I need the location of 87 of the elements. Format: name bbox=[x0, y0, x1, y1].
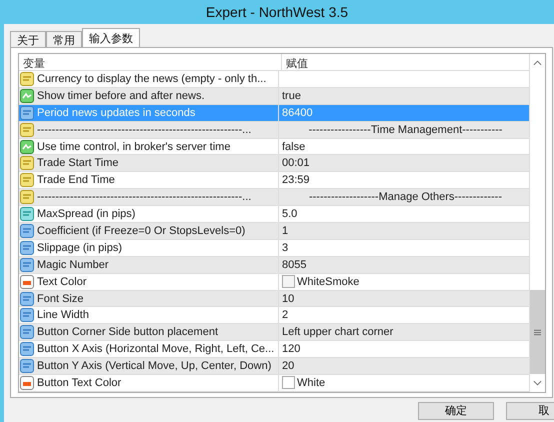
parameter-type-icon bbox=[20, 140, 34, 154]
table-row[interactable]: Coefficient (if Freeze=0 Or StopsLevels=0) 1 bbox=[19, 223, 529, 240]
table-row[interactable]: Magic Number 8055 bbox=[19, 256, 529, 274]
parameter-type-icon bbox=[20, 240, 34, 255]
parameter-value: true bbox=[282, 90, 301, 102]
parameter-value: 5.0 bbox=[282, 208, 298, 220]
parameter-name: Show timer before and after news. bbox=[37, 90, 205, 102]
window-title: Expert - NorthWest 3.5 bbox=[206, 4, 348, 20]
scroll-up-icon[interactable] bbox=[533, 60, 542, 66]
parameter-value: 00:01 bbox=[282, 157, 310, 170]
table-row[interactable]: Currency to display the news (empty - only th... bbox=[19, 71, 529, 88]
parameter-type-icon bbox=[20, 325, 34, 340]
table-row[interactable]: Button Corner Side button placement Left upper chart corner bbox=[19, 324, 529, 342]
parameter-name: Text Color bbox=[37, 276, 87, 288]
parameter-name: Coefficient (if Freeze=0 Or StopsLevels=0) bbox=[37, 224, 246, 237]
parameter-value: -----------------Time Management----------- bbox=[308, 124, 502, 136]
parameter-name: Currency to display the news (empty - only th... bbox=[37, 72, 266, 85]
parameter-type-icon bbox=[20, 106, 34, 120]
table-row[interactable]: Font Size 10 bbox=[19, 290, 529, 308]
parameter-name: --------------------------------------------------------... bbox=[37, 124, 252, 136]
table-row[interactable]: --------------------------------------------------------... -------------------Manage Others------------- bbox=[19, 189, 529, 206]
palette-icon bbox=[20, 376, 34, 390]
parameter-name: MaxSpread (in pips) bbox=[37, 208, 136, 220]
parameter-type-icon bbox=[20, 224, 34, 238]
parameter-type-icon bbox=[20, 342, 34, 356]
parameter-name: Trade Start Time bbox=[37, 157, 119, 170]
scroll-thumb[interactable] bbox=[530, 290, 545, 374]
table-row[interactable]: Slippage (in pips) 3 bbox=[19, 240, 529, 257]
parameter-value: 2 bbox=[282, 309, 288, 322]
table-row[interactable]: Line Width 2 bbox=[19, 307, 529, 324]
parameter-type-icon bbox=[20, 292, 34, 306]
parameter-name: Use time control, in broker's server time bbox=[37, 140, 230, 152]
tab[interactable]: 常用 bbox=[46, 31, 82, 47]
column-header[interactable]: 变量 bbox=[19, 54, 282, 70]
tab[interactable]: 关于 bbox=[10, 31, 46, 47]
table-row[interactable]: Show timer before and after news. true bbox=[19, 88, 529, 105]
table-row[interactable]: Button Y Axis (Vertical Move, Up, Center, Down) 20 bbox=[19, 358, 529, 376]
parameter-name: Button Y Axis (Vertical Move, Up, Center, Down) bbox=[37, 360, 272, 372]
table-row[interactable]: Trade Start Time 00:01 bbox=[19, 155, 529, 172]
parameter-type-icon bbox=[20, 88, 34, 103]
parameter-value: 1 bbox=[282, 224, 288, 237]
parameter-value: WhiteSmoke bbox=[297, 276, 360, 288]
table-row[interactable]: Use time control, in broker's server time false bbox=[19, 138, 529, 156]
parameter-value: 3 bbox=[282, 242, 288, 254]
parameter-name: Trade End Time bbox=[37, 174, 115, 186]
parameter-name: Button X Axis (Horizontal Move, Right, Left, Ce... bbox=[37, 343, 274, 356]
parameter-name: Magic Number bbox=[37, 258, 109, 271]
parameter-type-icon bbox=[20, 207, 34, 222]
parameter-name: Button Corner Side button placement bbox=[37, 326, 218, 338]
parameter-name: Period news updates in seconds bbox=[37, 106, 196, 119]
scroll-down-icon[interactable] bbox=[533, 380, 542, 386]
parameter-name: --------------------------------------------------------... bbox=[37, 191, 252, 204]
parameter-value: false bbox=[282, 140, 306, 152]
parameter-type-icon bbox=[20, 173, 34, 188]
table-row[interactable]: Text Color WhiteSmoke bbox=[19, 274, 529, 291]
parameter-type-icon bbox=[20, 359, 34, 374]
dialog-button[interactable]: 确定 bbox=[418, 402, 494, 420]
parameter-type-icon bbox=[20, 190, 34, 204]
column-header[interactable]: 赋值 bbox=[282, 54, 312, 70]
parameter-value: 23:59 bbox=[282, 174, 310, 186]
parameter-value: 120 bbox=[282, 343, 300, 356]
grip-icon bbox=[534, 328, 541, 336]
parameter-value: Left upper chart corner bbox=[282, 326, 394, 338]
parameter-value: White bbox=[297, 376, 326, 389]
table-row[interactable]: Button Text Color White bbox=[19, 375, 529, 392]
parameter-type-icon bbox=[20, 308, 34, 322]
parameter-type-icon bbox=[20, 122, 34, 137]
parameter-value: 86400 bbox=[282, 106, 313, 119]
parameter-name: Line Width bbox=[37, 309, 89, 322]
parameter-value: 8055 bbox=[282, 258, 306, 271]
table-row[interactable]: Button X Axis (Horizontal Move, Right, Left, Ce... 120 bbox=[19, 341, 529, 358]
parameter-value: 10 bbox=[282, 292, 294, 305]
parameter-type-icon bbox=[20, 72, 34, 86]
parameter-name: Button Text Color bbox=[37, 376, 122, 389]
dialog-button[interactable]: 取 bbox=[506, 402, 554, 420]
scrollbar[interactable] bbox=[529, 54, 545, 392]
parameter-value: -------------------Manage Others------------- bbox=[308, 191, 502, 204]
tab[interactable]: 输入参数 bbox=[82, 28, 140, 47]
parameter-type-icon bbox=[20, 258, 34, 272]
parameter-value: 20 bbox=[282, 360, 294, 372]
table-row[interactable]: MaxSpread (in pips) 5.0 bbox=[19, 206, 529, 224]
parameter-name: Slippage (in pips) bbox=[37, 242, 122, 254]
table-row[interactable]: Trade End Time 23:59 bbox=[19, 172, 529, 190]
table-row[interactable]: --------------------------------------------------------... -----------------Time Management----------- bbox=[19, 122, 529, 139]
parameter-name: Font Size bbox=[37, 292, 84, 305]
palette-icon bbox=[20, 274, 34, 289]
parameter-type-icon bbox=[20, 156, 34, 170]
